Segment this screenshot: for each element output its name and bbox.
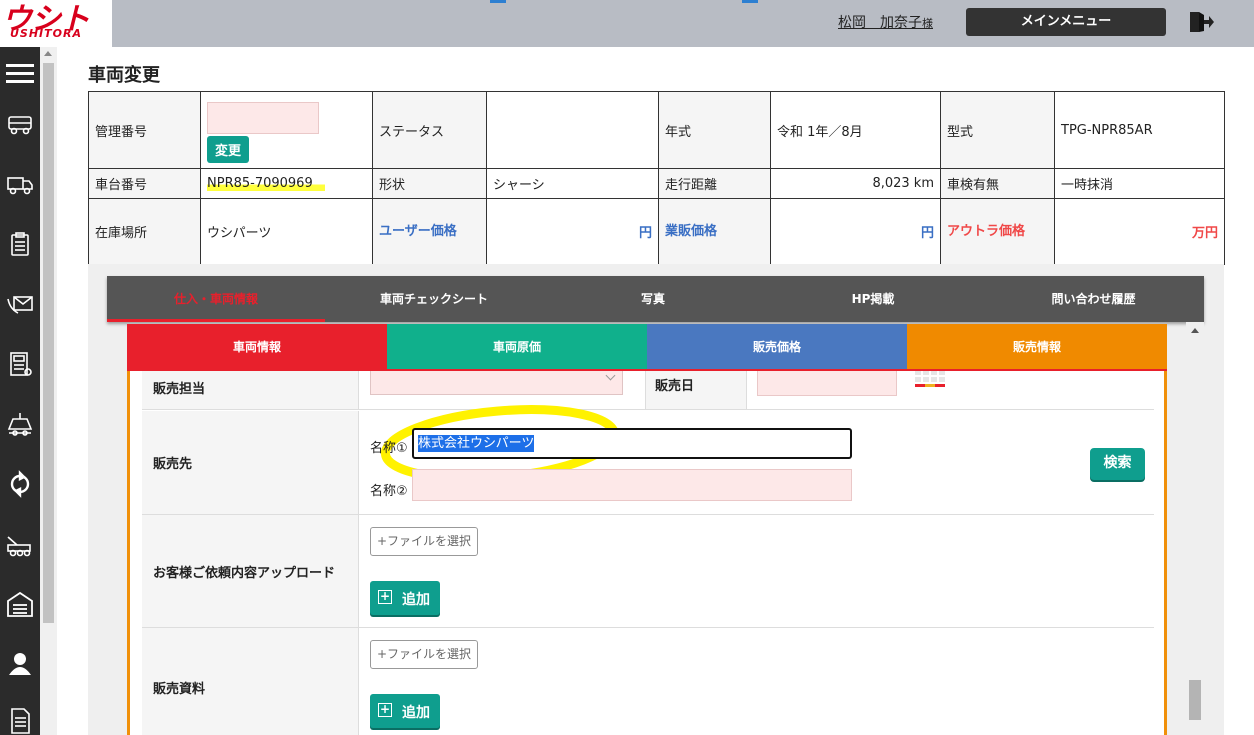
mileage-label: 走行距離 bbox=[658, 168, 771, 199]
page-title: 車両変更 bbox=[88, 65, 160, 86]
subtab-sales-info[interactable]: 販売情報 bbox=[907, 324, 1167, 371]
upload-row: お客様ご依頼内容アップロード +ファイルを選択 + 追加 bbox=[142, 515, 1154, 628]
buyer-row: 販売先 名称① 株式会社ウシパーツ 名称② 検索 bbox=[142, 405, 1154, 515]
inspection-value: 一時抹消 bbox=[1054, 168, 1225, 199]
add-button[interactable]: + 追加 bbox=[370, 694, 440, 728]
scroll-up-arrow-icon[interactable] bbox=[1191, 328, 1199, 333]
logo-subtitle: USHITORA bbox=[10, 27, 82, 40]
subtab-vehicle-cost[interactable]: 車両原価 bbox=[387, 324, 647, 371]
location-value: ウシパーツ bbox=[200, 198, 373, 265]
chassis-number-cell: NPR85-7090969 bbox=[200, 168, 373, 199]
clipboard-icon[interactable] bbox=[5, 229, 35, 259]
sales-rep-label: 販売担当 bbox=[142, 371, 359, 409]
plus-icon: + bbox=[378, 702, 392, 717]
scroll-thumb[interactable] bbox=[1189, 680, 1201, 720]
sales-rep-select[interactable] bbox=[370, 371, 623, 395]
sales-docs-label: 販売資料 bbox=[142, 628, 359, 735]
truck-side-icon[interactable] bbox=[5, 169, 35, 199]
sales-date-input[interactable] bbox=[757, 371, 897, 396]
scroll-up-arrow-icon[interactable] bbox=[44, 51, 52, 56]
user-icon[interactable] bbox=[5, 649, 35, 679]
outra-price-unit: 万円 bbox=[1054, 198, 1225, 265]
garage-icon[interactable] bbox=[5, 589, 35, 619]
file-select-button[interactable]: +ファイルを選択 bbox=[370, 640, 478, 669]
page-scrollbar[interactable] bbox=[40, 47, 57, 735]
sales-date-label: 販売日 bbox=[655, 379, 695, 394]
truck-front-icon[interactable] bbox=[5, 109, 35, 139]
sales-info-panel: 販売担当 販売日 販売先 名称① 株式会社ウシパーツ 名称② 検索 お客様ご依頼… bbox=[127, 371, 1167, 735]
user-price-unit: 円 bbox=[486, 198, 659, 265]
tab-purchase-info[interactable]: 仕入・車両情報 bbox=[107, 276, 325, 322]
name2-input[interactable] bbox=[412, 469, 852, 501]
year-value: 令和 1年／8月 bbox=[770, 91, 941, 169]
document-icon[interactable] bbox=[5, 705, 35, 735]
outra-price-label: アウトラ価格 bbox=[940, 198, 1055, 265]
refresh-icon[interactable] bbox=[5, 469, 35, 499]
mgmt-number-label: 管理番号 bbox=[88, 91, 201, 169]
main-menu-button[interactable]: メインメニュー bbox=[966, 8, 1166, 36]
chevron-down-icon bbox=[605, 371, 616, 381]
main-tab-bar: 仕入・車両情報 車両チェックシート 写真 HP掲載 問い合わせ履歴 bbox=[107, 276, 1204, 322]
mail-phone-icon[interactable] bbox=[5, 289, 35, 319]
calculator-icon[interactable] bbox=[5, 349, 35, 379]
chassis-number-value: NPR85-7090969 bbox=[207, 176, 325, 191]
shape-value: シャーシ bbox=[486, 168, 659, 199]
subtab-sales-price[interactable]: 販売価格 bbox=[647, 324, 907, 371]
search-button[interactable]: 検索 bbox=[1090, 448, 1145, 480]
name1-label: 名称① bbox=[370, 441, 408, 456]
add-button-label: 追加 bbox=[402, 592, 430, 608]
year-label: 年式 bbox=[658, 91, 771, 169]
file-select-button[interactable]: +ファイルを選択 bbox=[370, 527, 478, 556]
change-button[interactable]: 変更 bbox=[207, 135, 250, 163]
ushitora-logo[interactable]: ウシトラ USHITORA bbox=[0, 0, 112, 81]
top-accent-mark bbox=[490, 0, 506, 3]
tab-photos[interactable]: 写真 bbox=[543, 276, 763, 322]
tab-inquiry-history[interactable]: 問い合わせ履歴 bbox=[983, 276, 1204, 322]
model-label: 型式 bbox=[940, 91, 1055, 169]
name2-label: 名称② bbox=[370, 484, 408, 499]
status-label: ステータス bbox=[372, 91, 487, 169]
sales-rep-row: 販売担当 販売日 bbox=[142, 371, 1154, 410]
dealer-price-unit: 円 bbox=[770, 198, 941, 265]
sales-docs-row: 販売資料 +ファイルを選択 + 追加 bbox=[142, 628, 1154, 735]
crane-truck-icon[interactable] bbox=[5, 529, 35, 559]
subtab-vehicle-info[interactable]: 車両情報 bbox=[127, 324, 387, 371]
mileage-value: 8,023 km bbox=[770, 168, 941, 199]
panel-scrollbar[interactable] bbox=[1186, 322, 1204, 735]
tab-check-sheet[interactable]: 車両チェックシート bbox=[325, 276, 543, 322]
plus-icon: + bbox=[378, 589, 392, 604]
buyer-label: 販売先 bbox=[142, 411, 359, 514]
shape-label: 形状 bbox=[372, 168, 487, 199]
upload-label: お客様ご依頼内容アップロード bbox=[142, 515, 359, 627]
name1-input[interactable]: 株式会社ウシパーツ bbox=[412, 428, 852, 459]
vehicle-info-table: 管理番号 変更 ステータス 年式 令和 1年／8月 型式 TPG-NPR85AR… bbox=[88, 91, 1225, 265]
tow-icon[interactable] bbox=[5, 409, 35, 439]
scroll-thumb[interactable] bbox=[43, 63, 54, 623]
user-price-label: ユーザー価格 bbox=[372, 198, 487, 265]
sub-tab-bar: 車両情報 車両原価 販売価格 販売情報 bbox=[127, 324, 1167, 371]
top-header: ウシトラ USHITORA 松岡 加奈子様 メインメニュー bbox=[0, 0, 1254, 81]
menu-icon[interactable] bbox=[5, 59, 35, 89]
add-button[interactable]: + 追加 bbox=[370, 581, 440, 615]
add-button-label: 追加 bbox=[402, 705, 430, 721]
model-value: TPG-NPR85AR bbox=[1054, 91, 1225, 169]
user-name-text: 松岡 加奈子 bbox=[838, 15, 922, 31]
calendar-icon[interactable] bbox=[915, 371, 945, 390]
inspection-label: 車検有無 bbox=[940, 168, 1055, 199]
user-suffix: 様 bbox=[922, 17, 933, 30]
dealer-price-label: 業販価格 bbox=[658, 198, 771, 265]
status-value bbox=[486, 91, 659, 169]
location-label: 在庫場所 bbox=[88, 198, 201, 265]
mgmt-number-cell: 変更 bbox=[200, 91, 373, 169]
logout-icon[interactable] bbox=[1188, 10, 1214, 34]
chassis-number-label: 車台番号 bbox=[88, 168, 201, 199]
tab-hp-listing[interactable]: HP掲載 bbox=[763, 276, 983, 322]
left-sidebar bbox=[0, 47, 40, 735]
name1-value: 株式会社ウシパーツ bbox=[418, 435, 535, 452]
user-name-link[interactable]: 松岡 加奈子様 bbox=[838, 12, 933, 32]
top-accent-mark bbox=[742, 0, 758, 3]
mgmt-number-input[interactable] bbox=[207, 101, 319, 134]
